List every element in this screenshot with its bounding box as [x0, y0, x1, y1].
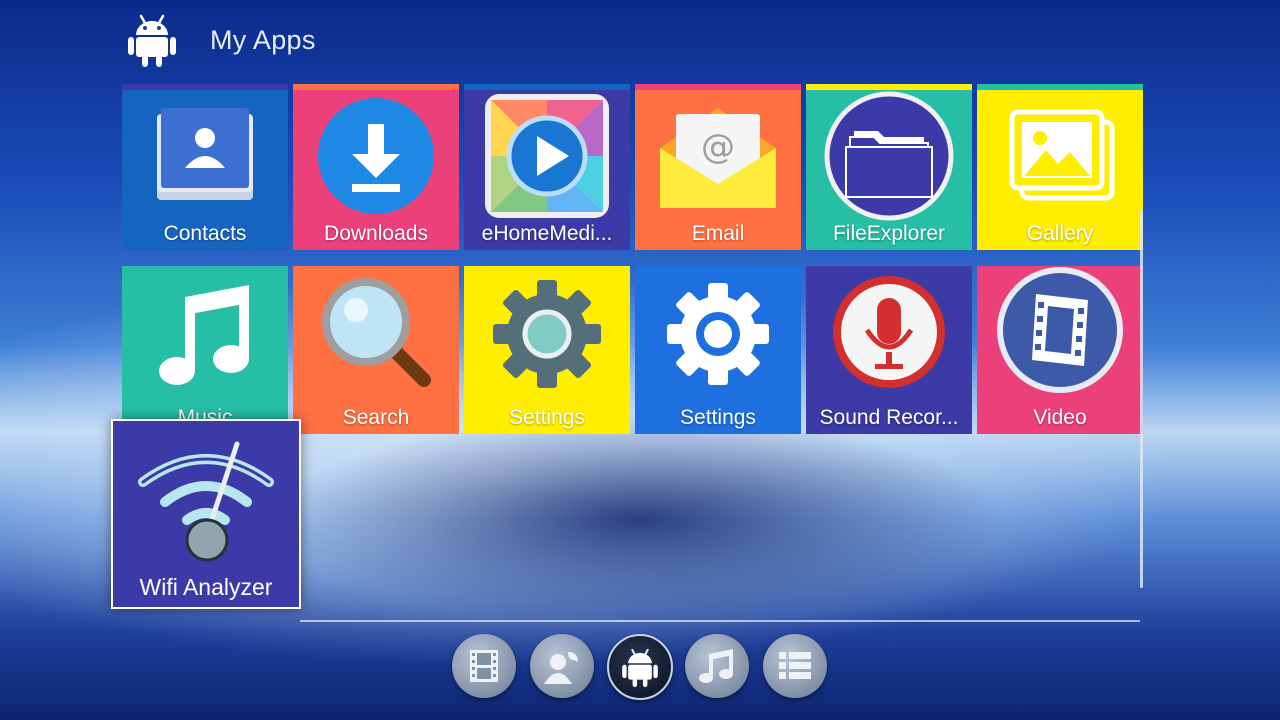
app-tile-contacts[interactable]: Contacts: [122, 84, 288, 250]
tile-label: eHomeMedi...: [481, 222, 613, 245]
tile-label: Wifi Analyzer: [139, 574, 273, 600]
header: My Apps: [128, 12, 316, 68]
app-tile-search[interactable]: Search: [293, 266, 459, 434]
media-player-icon: [464, 94, 630, 218]
music-icon: [699, 649, 733, 683]
tile-label: Search: [342, 406, 410, 429]
movies-icon: [470, 650, 498, 682]
download-icon: [293, 96, 459, 216]
contacts-icon: [544, 652, 578, 684]
apps-grid: Contacts Downloads eHomeMedi... @ Email …: [122, 84, 1144, 434]
app-tile-ehomemedia[interactable]: eHomeMedi...: [464, 84, 630, 250]
dock-button-apps[interactable]: [607, 634, 673, 700]
tile-label: Contacts: [163, 222, 247, 245]
app-tile-music[interactable]: Music: [122, 266, 288, 434]
app-tile-sound-recorder[interactable]: Sound Recor...: [806, 266, 972, 434]
dock-button-contacts[interactable]: [530, 634, 594, 698]
folder-icon: [806, 91, 972, 221]
tile-label: Sound Recor...: [819, 406, 959, 429]
scrollbar[interactable]: [1140, 210, 1143, 588]
page-title: My Apps: [210, 24, 316, 55]
list-icon: [779, 652, 811, 679]
wifi-analyzer-icon: [113, 429, 299, 569]
divider: [300, 620, 1140, 622]
app-tile-gallery[interactable]: Gallery: [977, 84, 1143, 250]
dock-button-movies[interactable]: [452, 634, 516, 698]
tile-label: Email: [691, 222, 745, 245]
app-tile-downloads[interactable]: Downloads: [293, 84, 459, 250]
app-tile-settings-2[interactable]: Settings: [635, 266, 801, 434]
app-tile-wifi-analyzer[interactable]: Wifi Analyzer: [111, 419, 301, 609]
tile-label: Downloads: [324, 222, 428, 245]
magnifier-icon: [293, 272, 459, 392]
music-note-icon: [122, 276, 288, 396]
svg-text:@: @: [701, 127, 735, 167]
gallery-icon: [977, 96, 1143, 216]
app-tile-fileexplorer[interactable]: FileExplorer: [806, 84, 972, 250]
contacts-icon: [122, 96, 288, 216]
film-strip-icon: [977, 267, 1143, 393]
dock-button-list[interactable]: [763, 634, 827, 698]
settings-gear-icon: [635, 274, 801, 394]
dock-button-music[interactable]: [685, 634, 749, 698]
app-tile-email[interactable]: @ Email: [635, 84, 801, 250]
tile-label: FileExplorer: [832, 222, 946, 245]
android-icon: [128, 14, 176, 67]
app-tile-settings-1[interactable]: Settings: [464, 266, 630, 434]
bottom-dock: [452, 634, 832, 700]
tile-label: Gallery: [1026, 222, 1094, 245]
gear-icon: [464, 274, 630, 394]
email-icon: @: [635, 96, 801, 216]
android-icon: [622, 648, 658, 687]
tile-label: Settings: [509, 406, 585, 429]
tile-label: Settings: [680, 406, 756, 429]
microphone-icon: [806, 272, 972, 392]
app-tile-video[interactable]: Video: [977, 266, 1143, 434]
tile-label: Video: [1033, 406, 1087, 429]
